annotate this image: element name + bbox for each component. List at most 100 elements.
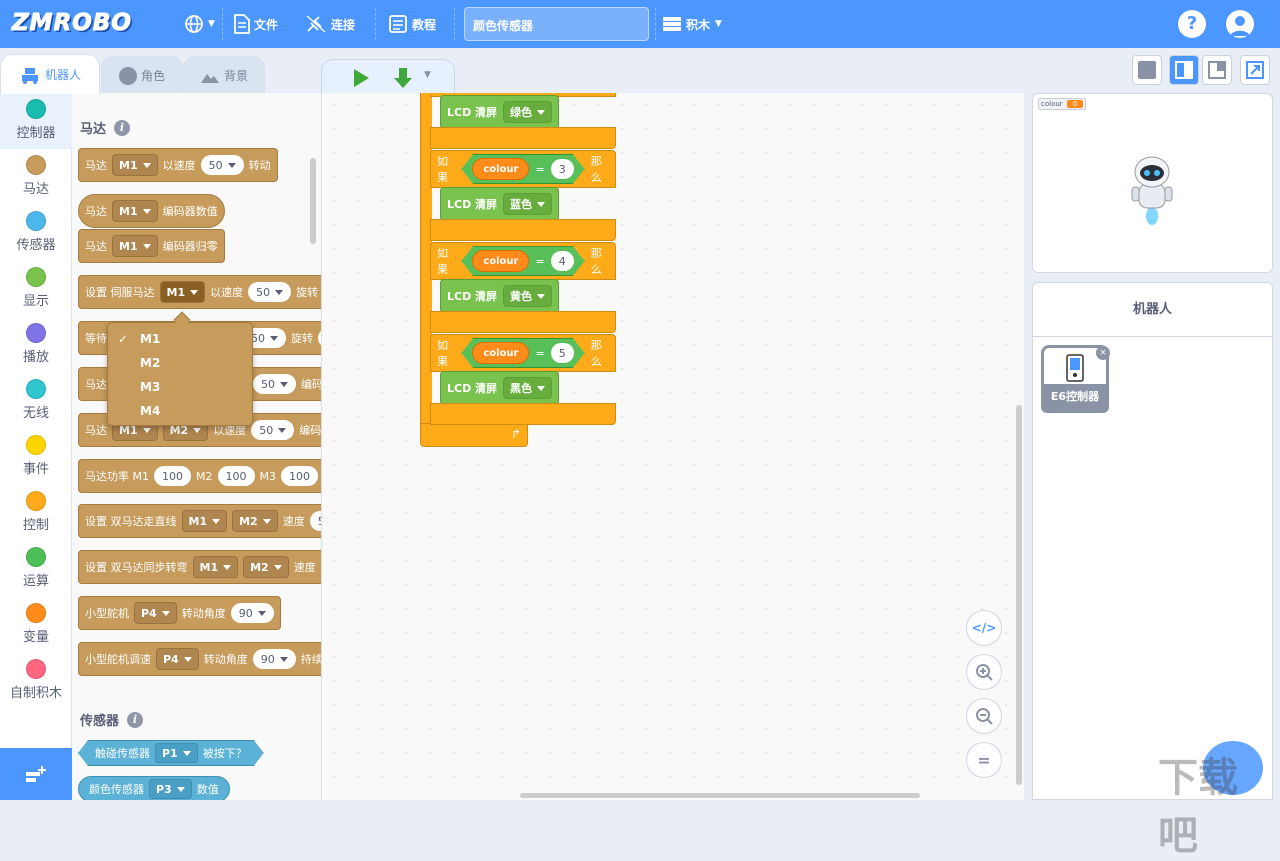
category-0[interactable]: 控制器 xyxy=(0,93,72,149)
variable-reporter[interactable]: colour xyxy=(472,158,529,180)
servo-port-dropdown[interactable]: P4 xyxy=(156,648,199,670)
power-input[interactable]: 100 xyxy=(281,466,318,486)
large-stage-button[interactable] xyxy=(1202,55,1232,85)
block-dual-motor-turn[interactable]: 设置 双马达同步转弯M1M2速度50角度45 xyxy=(78,550,321,584)
category-10[interactable]: 自制积木 xyxy=(0,653,72,709)
block-encoder-reset[interactable]: 马达 M1 编码器归零 xyxy=(78,229,225,263)
motor-port-dropdown[interactable]: M2 xyxy=(232,510,278,532)
connect-menu[interactable]: 连接 xyxy=(305,0,355,48)
workspace-vertical-scrollbar[interactable] xyxy=(1016,405,1022,785)
equals-operator[interactable]: colour = 4 xyxy=(461,246,584,276)
lcd-clear-block[interactable]: LCD 清屏 黑色 xyxy=(440,371,560,405)
if-then-block[interactable]: 如果 colour = 3 那么 xyxy=(430,150,616,188)
motor-port-dropdown[interactable]: M1 xyxy=(112,200,158,222)
device-item-e6[interactable]: E6控制器 × xyxy=(1041,345,1110,413)
equals-operator[interactable]: colour = 3 xyxy=(461,154,584,184)
zoom-out-button[interactable] xyxy=(966,698,1002,734)
dropdown-option-m4[interactable]: M4 xyxy=(108,399,252,423)
block-dual-motor-straight[interactable]: 设置 双马达走直线 M1M2 速度 50 xyxy=(78,504,321,538)
tab-sprite[interactable]: 角色 xyxy=(101,56,183,94)
zoom-in-button[interactable] xyxy=(966,654,1002,690)
motor-port-dropdown[interactable]: M2 xyxy=(243,556,289,578)
block-small-servo-speed[interactable]: 小型舵机调速P4转动角度90持续1000毫秒 xyxy=(78,642,321,676)
block-set-servo-motor[interactable]: 设置 伺服马达M1以速度50旋转90 xyxy=(78,275,321,309)
dropdown-option-m1[interactable]: ✓ M1 xyxy=(108,327,252,351)
category-2[interactable]: 传感器 xyxy=(0,205,72,261)
color-dropdown[interactable]: 黑色 xyxy=(503,377,553,399)
help-icon[interactable]: ? xyxy=(1178,10,1206,38)
tab-backdrop[interactable]: 背景 xyxy=(183,56,265,94)
color-dropdown[interactable]: 黄色 xyxy=(503,285,553,307)
dropdown-option-m2[interactable]: M2 xyxy=(108,351,252,375)
angle-dropdown[interactable]: 90 xyxy=(230,603,274,623)
upload-download-icon[interactable] xyxy=(392,66,414,90)
file-menu[interactable]: 文件 xyxy=(234,0,278,48)
equals-operator[interactable]: colour = 5 xyxy=(461,338,584,368)
dropdown-option-m3[interactable]: M3 xyxy=(108,375,252,399)
workspace-horizontal-scrollbar[interactable] xyxy=(520,793,920,798)
lcd-clear-block[interactable]: LCD 清屏 蓝色 xyxy=(440,187,560,221)
angle-dropdown[interactable]: 90 xyxy=(252,649,296,669)
category-8[interactable]: 运算 xyxy=(0,541,72,597)
power-input[interactable]: 100 xyxy=(154,466,191,486)
motor-port-dropdown-open[interactable]: M1 xyxy=(159,281,206,303)
robot-sprite-icon[interactable] xyxy=(1129,154,1175,226)
servo-port-dropdown[interactable]: P4 xyxy=(134,602,177,624)
logo[interactable]: ZMROBO xyxy=(12,10,132,37)
block-small-servo[interactable]: 小型舵机 P4 转动角度 90 xyxy=(78,596,281,630)
category-4[interactable]: 播放 xyxy=(0,317,72,373)
close-icon[interactable]: × xyxy=(1096,346,1110,360)
add-extension-button[interactable] xyxy=(0,748,72,800)
value-input[interactable]: 5 xyxy=(551,343,574,363)
fullscreen-button[interactable] xyxy=(1240,55,1270,85)
stage[interactable]: colour 0 xyxy=(1032,93,1273,273)
motor-port-dropdown[interactable]: M1 xyxy=(112,235,158,257)
power-input[interactable]: 100 xyxy=(217,466,255,486)
script-workspace[interactable]: ↱ LCD 清屏 绿色 如果 colour = 3 那么 LCD 清屏 蓝色 如果 co… xyxy=(322,93,1024,800)
variable-monitor[interactable]: colour 0 xyxy=(1038,98,1087,110)
speed-dropdown[interactable]: 50 xyxy=(248,282,292,302)
category-9[interactable]: 变量 xyxy=(0,597,72,653)
motor-port-dropdown[interactable]: M1 xyxy=(112,154,158,176)
speed-dropdown[interactable]: 50 xyxy=(251,420,295,440)
info-icon[interactable]: i xyxy=(114,119,131,136)
language-menu[interactable]: ▼ xyxy=(184,0,215,48)
split-stage-button[interactable] xyxy=(1169,55,1199,85)
user-avatar-icon[interactable] xyxy=(1226,10,1254,38)
if-then-block[interactable]: 如果 colour = 4 那么 xyxy=(430,242,616,280)
value-input[interactable]: 3 xyxy=(551,159,574,179)
variable-reporter[interactable]: colour xyxy=(472,342,529,364)
speed-dropdown[interactable]: 50 xyxy=(309,511,321,531)
category-3[interactable]: 显示 xyxy=(0,261,72,317)
motor-port-dropdown[interactable]: M1 xyxy=(181,510,228,532)
zoom-reset-button[interactable]: = xyxy=(966,742,1002,778)
block-motor-speed[interactable]: 马达 M1 以速度 50 转动 xyxy=(78,148,278,182)
category-1[interactable]: 马达 xyxy=(0,149,72,205)
block-encoder-value[interactable]: 马达 M1 编码器数值 xyxy=(78,194,225,228)
sensor-port-dropdown[interactable]: P1 xyxy=(155,743,198,763)
color-dropdown[interactable]: 蓝色 xyxy=(503,193,553,215)
category-6[interactable]: 事件 xyxy=(0,429,72,485)
speed-dropdown[interactable]: 50 xyxy=(253,374,296,394)
chevron-down-icon[interactable]: ▼ xyxy=(424,70,431,80)
category-5[interactable]: 无线 xyxy=(0,373,72,429)
sensor-port-dropdown[interactable]: P3 xyxy=(149,779,192,799)
category-7[interactable]: 控制 xyxy=(0,485,72,541)
palette-scrollbar[interactable] xyxy=(310,158,316,244)
script-end-cap[interactable]: ↱ xyxy=(420,423,528,447)
variable-reporter[interactable]: colour xyxy=(472,250,529,272)
color-dropdown[interactable]: 绿色 xyxy=(503,101,553,123)
value-input[interactable]: 4 xyxy=(551,251,574,271)
info-icon[interactable]: i xyxy=(127,711,144,728)
block-color-sensor[interactable]: 颜色传感器 P3 数值 xyxy=(78,776,230,800)
blocks-mode-menu[interactable]: 积木 ▼ xyxy=(662,0,722,48)
lcd-clear-block[interactable]: LCD 清屏 黄色 xyxy=(440,279,560,313)
tab-robot[interactable]: 机器人 xyxy=(0,54,100,94)
lcd-clear-block[interactable]: LCD 清屏 绿色 xyxy=(440,95,560,129)
code-view-button[interactable]: </> xyxy=(966,610,1002,646)
speed-dropdown[interactable]: 50 xyxy=(200,155,244,175)
block-motor-power[interactable]: 马达功率 M1100M2100M3100M4100 xyxy=(78,459,321,493)
block-touch-sensor[interactable]: 触碰传感器 P1 被按下？ xyxy=(78,740,264,766)
motor-port-dropdown[interactable]: M1 xyxy=(192,556,239,578)
project-title-input[interactable]: 颜色传感器 xyxy=(464,7,649,41)
